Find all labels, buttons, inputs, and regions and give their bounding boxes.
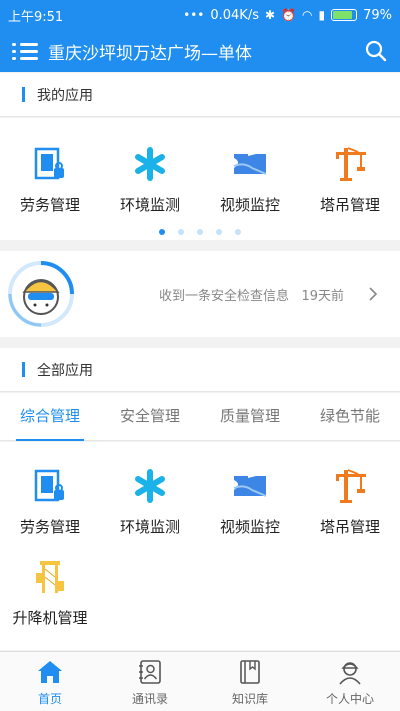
app-label: 塔吊管理	[319, 518, 380, 536]
section-marker	[22, 362, 25, 377]
bluetooth-icon: ✱	[264, 8, 276, 22]
app-label: 环境监测	[119, 196, 180, 214]
app-label: 劳务管理	[19, 518, 80, 536]
app-elevator[interactable]: 升降机管理	[0, 559, 100, 628]
tab-comprehensive[interactable]: 综合管理	[0, 393, 100, 441]
home-icon	[38, 661, 62, 683]
page-indicator	[0, 229, 400, 235]
tower-crane-icon	[336, 469, 366, 503]
app-label: 劳务管理	[19, 196, 80, 214]
category-tabs: 综合管理 安全管理 质量管理 绿色节能	[0, 393, 400, 441]
all-apps-title: 全部应用	[37, 362, 93, 379]
battery-level: 79%	[363, 7, 392, 23]
page-dot[interactable]	[178, 229, 184, 235]
app-tower-crane[interactable]: 塔吊管理	[300, 146, 400, 215]
app-label: 视频监控	[219, 518, 280, 536]
nav-label: 个人中心	[325, 692, 374, 706]
notice-text: 收到一条安全检查信息	[159, 288, 290, 304]
tab-green-energy[interactable]: 绿色节能	[300, 393, 400, 440]
elevator-icon	[36, 561, 64, 593]
battery-icon	[331, 9, 358, 21]
nav-knowledge[interactable]: 知识库	[200, 652, 300, 711]
tower-crane-icon	[336, 147, 366, 181]
contacts-icon	[139, 660, 161, 684]
alarm-icon: ⏰	[281, 8, 296, 22]
knowledge-icon	[240, 660, 260, 684]
app-labor[interactable]: 劳务管理	[0, 146, 100, 215]
wifi-icon: ◠	[302, 8, 313, 22]
app-label: 塔吊管理	[319, 196, 380, 214]
app-video[interactable]: 视频监控	[200, 146, 300, 215]
nav-home[interactable]: 首页	[0, 652, 100, 711]
tab-quality[interactable]: 质量管理	[200, 393, 300, 440]
video-icon	[233, 476, 267, 497]
status-bar: 上午9:51 ••• 0.04K/s ✱ ⏰ ◠ ▮ 79%	[0, 0, 400, 30]
signal-icon: ▮	[318, 8, 326, 22]
page-dot[interactable]	[216, 229, 222, 235]
app-environment[interactable]: 环境监测	[100, 468, 200, 537]
safety-notice[interactable]: 收到一条安全检查信息 19天前	[0, 251, 400, 337]
app-environment[interactable]: 环境监测	[100, 146, 200, 215]
labor-icon	[34, 469, 64, 502]
all-apps-header: 全部应用	[0, 348, 400, 392]
nav-label: 通讯录	[131, 692, 168, 706]
app-label: 升降机管理	[12, 609, 88, 627]
status-time: 上午9:51	[8, 9, 64, 25]
nav-label: 首页	[37, 692, 62, 706]
environment-icon	[135, 147, 165, 181]
environment-icon	[135, 469, 165, 503]
nav-profile[interactable]: 个人中心	[300, 652, 400, 711]
bottom-nav: 首页 通讯录 知识库 个人中心	[0, 651, 400, 711]
notice-message: 收到一条安全检查信息 19天前	[76, 285, 366, 304]
project-title: 重庆沙坪坝万达广场—单体	[48, 43, 252, 64]
my-apps-panel: 劳务管理 环境监测 视频监控 塔吊管理	[0, 118, 400, 240]
network-speed: 0.04K/s	[210, 7, 259, 23]
notice-time: 19天前	[301, 288, 344, 304]
my-apps-title: 我的应用	[37, 87, 93, 104]
menu-icon[interactable]	[12, 41, 38, 61]
profile-icon	[339, 662, 361, 685]
video-icon	[233, 154, 267, 175]
app-bar: 重庆沙坪坝万达广场—单体	[0, 30, 400, 72]
app-labor[interactable]: 劳务管理	[0, 468, 100, 537]
chevron-right-icon	[369, 287, 378, 301]
my-apps-header: 我的应用	[0, 73, 400, 117]
tab-safety[interactable]: 安全管理	[100, 393, 200, 440]
labor-icon	[34, 147, 64, 180]
page-dot-active[interactable]	[159, 229, 165, 235]
section-marker	[22, 87, 25, 102]
app-label: 视频监控	[219, 196, 280, 214]
safety-robot-icon	[8, 261, 74, 327]
page-dot[interactable]	[235, 229, 241, 235]
nav-label: 知识库	[231, 692, 268, 706]
more-dots-icon: •••	[183, 8, 205, 22]
search-icon[interactable]	[364, 39, 388, 63]
app-label: 环境监测	[119, 518, 180, 536]
page-dot[interactable]	[197, 229, 203, 235]
app-video[interactable]: 视频监控	[200, 468, 300, 537]
nav-contacts[interactable]: 通讯录	[100, 652, 200, 711]
app-tower-crane[interactable]: 塔吊管理	[300, 468, 400, 537]
all-apps-panel: 劳务管理 环境监测 视频监控 塔吊管理 升降机管理	[0, 442, 400, 650]
